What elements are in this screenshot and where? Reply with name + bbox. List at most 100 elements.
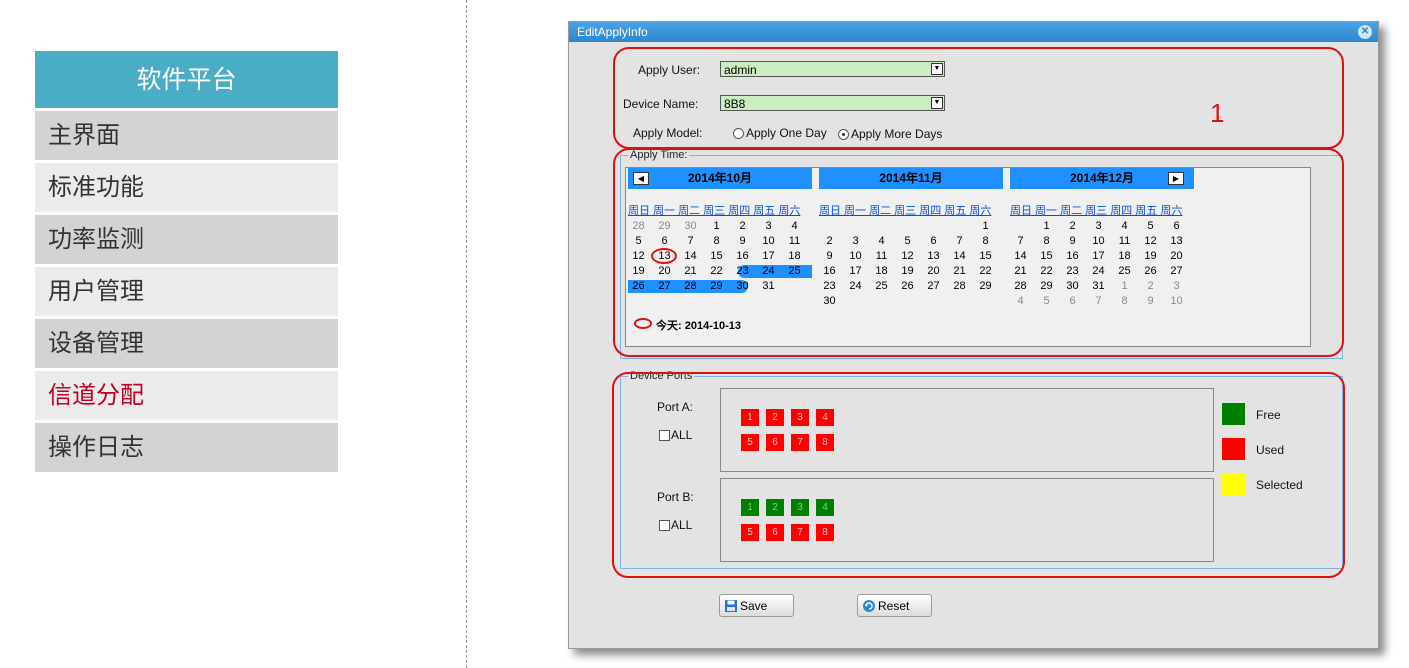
calendar-day[interactable]: 1 xyxy=(1114,280,1135,293)
calendar-day[interactable]: 22 xyxy=(1036,265,1057,278)
calendar-day[interactable]: 25 xyxy=(784,265,805,278)
calendar-day[interactable]: 5 xyxy=(897,235,918,248)
calendar-day[interactable]: 29 xyxy=(706,280,727,293)
calendar-day[interactable]: 6 xyxy=(1166,220,1187,233)
calendar-day[interactable]: 17 xyxy=(1088,250,1109,263)
calendar-day[interactable]: 17 xyxy=(758,250,779,263)
calendar-day[interactable]: 31 xyxy=(1088,280,1109,293)
calendar-day[interactable]: 21 xyxy=(680,265,701,278)
device-name-select[interactable]: 8B8 ▼ xyxy=(720,95,945,111)
calendar-day[interactable]: 23 xyxy=(732,265,753,278)
port-cell[interactable]: 7 xyxy=(791,434,809,451)
side-item-user-management[interactable]: 用户管理 xyxy=(35,267,338,316)
apply-user-select[interactable]: admin ▼ xyxy=(720,61,945,77)
calendar-day[interactable]: 8 xyxy=(975,235,996,248)
calendar-day[interactable]: 11 xyxy=(871,250,892,263)
calendar-day[interactable]: 2 xyxy=(819,235,840,248)
calendar-day[interactable]: 1 xyxy=(975,220,996,233)
calendar-day[interactable]: 4 xyxy=(784,220,805,233)
calendar-day[interactable]: 19 xyxy=(628,265,649,278)
calendar-day[interactable]: 24 xyxy=(758,265,779,278)
calendar-day[interactable]: 13 xyxy=(923,250,944,263)
calendar-day[interactable]: 19 xyxy=(1140,250,1161,263)
side-item-channel-allocation[interactable]: 信道分配 xyxy=(35,371,338,420)
calendar-day[interactable]: 3 xyxy=(758,220,779,233)
calendar-day[interactable]: 16 xyxy=(732,250,753,263)
calendar-day[interactable]: 4 xyxy=(871,235,892,248)
calendar-day[interactable]: 30 xyxy=(732,280,753,293)
port-cell[interactable]: 5 xyxy=(741,434,759,451)
side-item-main[interactable]: 主界面 xyxy=(35,111,338,160)
checkbox-icon[interactable] xyxy=(659,520,670,531)
save-button[interactable]: Save xyxy=(719,594,794,617)
reset-button[interactable]: Reset xyxy=(857,594,932,617)
radio-button-checked-icon[interactable] xyxy=(838,129,849,140)
calendar-day[interactable]: 14 xyxy=(1010,250,1031,263)
port-cell[interactable]: 2 xyxy=(766,499,784,516)
calendar-day[interactable]: 26 xyxy=(628,280,649,293)
calendar-day[interactable]: 4 xyxy=(1010,295,1031,308)
calendar-day[interactable]: 27 xyxy=(1166,265,1187,278)
calendar-day[interactable]: 26 xyxy=(897,280,918,293)
port-cell[interactable]: 4 xyxy=(816,499,834,516)
calendar-day[interactable]: 9 xyxy=(1062,235,1083,248)
calendar-day[interactable]: 10 xyxy=(1088,235,1109,248)
port-cell[interactable]: 4 xyxy=(816,409,834,426)
port-cell[interactable]: 6 xyxy=(766,524,784,541)
calendar-day[interactable]: 15 xyxy=(706,250,727,263)
calendar-day[interactable]: 13 xyxy=(1166,235,1187,248)
calendar-day[interactable]: 3 xyxy=(845,235,866,248)
close-icon[interactable]: ✕ xyxy=(1358,25,1372,39)
calendar-day[interactable]: 6 xyxy=(923,235,944,248)
calendar-day[interactable]: 3 xyxy=(1088,220,1109,233)
port-cell[interactable]: 7 xyxy=(791,524,809,541)
calendar-day[interactable]: 16 xyxy=(819,265,840,278)
port-cell[interactable]: 8 xyxy=(816,524,834,541)
calendar-day[interactable]: 28 xyxy=(1010,280,1031,293)
port-cell[interactable]: 3 xyxy=(791,409,809,426)
calendar-day[interactable]: 10 xyxy=(758,235,779,248)
port-cell[interactable]: 2 xyxy=(766,409,784,426)
calendar-day[interactable]: 12 xyxy=(1140,235,1161,248)
calendar-day[interactable]: 15 xyxy=(1036,250,1057,263)
calendar-day[interactable]: 22 xyxy=(975,265,996,278)
chevron-down-icon[interactable]: ▼ xyxy=(931,63,943,75)
calendar-day[interactable]: 1 xyxy=(1036,220,1057,233)
port-cell[interactable]: 3 xyxy=(791,499,809,516)
calendar-day[interactable]: 19 xyxy=(897,265,918,278)
calendar-day[interactable]: 1 xyxy=(706,220,727,233)
calendar-day[interactable]: 6 xyxy=(654,235,675,248)
calendar-day[interactable]: 2 xyxy=(732,220,753,233)
calendar-day[interactable]: 6 xyxy=(1062,295,1083,308)
calendar-day[interactable]: 18 xyxy=(871,265,892,278)
prev-month-arrow-icon[interactable]: ◀ xyxy=(633,172,649,185)
calendar-day[interactable]: 3 xyxy=(1166,280,1187,293)
port-cell[interactable]: 6 xyxy=(766,434,784,451)
calendar-day[interactable]: 7 xyxy=(1010,235,1031,248)
calendar-day[interactable]: 28 xyxy=(628,220,649,233)
chevron-down-icon[interactable]: ▼ xyxy=(931,97,943,109)
calendar-day[interactable]: 8 xyxy=(1114,295,1135,308)
calendar-day[interactable]: 28 xyxy=(680,280,701,293)
calendar-day[interactable]: 2 xyxy=(1140,280,1161,293)
calendar-day[interactable]: 9 xyxy=(819,250,840,263)
port-cell[interactable]: 1 xyxy=(741,499,759,516)
calendar-day[interactable]: 18 xyxy=(784,250,805,263)
checkbox-icon[interactable] xyxy=(659,430,670,441)
calendar-day[interactable]: 5 xyxy=(1036,295,1057,308)
calendar-day[interactable]: 30 xyxy=(680,220,701,233)
calendar-day[interactable]: 29 xyxy=(1036,280,1057,293)
calendar-day[interactable]: 8 xyxy=(706,235,727,248)
calendar-day[interactable]: 27 xyxy=(923,280,944,293)
select-all-checkbox[interactable]: ALL xyxy=(659,428,692,442)
calendar-day[interactable]: 24 xyxy=(1088,265,1109,278)
calendar-day[interactable]: 5 xyxy=(1140,220,1161,233)
port-cell[interactable]: 8 xyxy=(816,434,834,451)
next-month-arrow-icon[interactable]: ▶ xyxy=(1168,172,1184,185)
calendar-day[interactable]: 20 xyxy=(923,265,944,278)
calendar-day[interactable]: 15 xyxy=(975,250,996,263)
port-cell[interactable]: 5 xyxy=(741,524,759,541)
calendar-day[interactable]: 20 xyxy=(654,265,675,278)
calendar-day[interactable]: 8 xyxy=(1036,235,1057,248)
calendar-day[interactable]: 9 xyxy=(732,235,753,248)
